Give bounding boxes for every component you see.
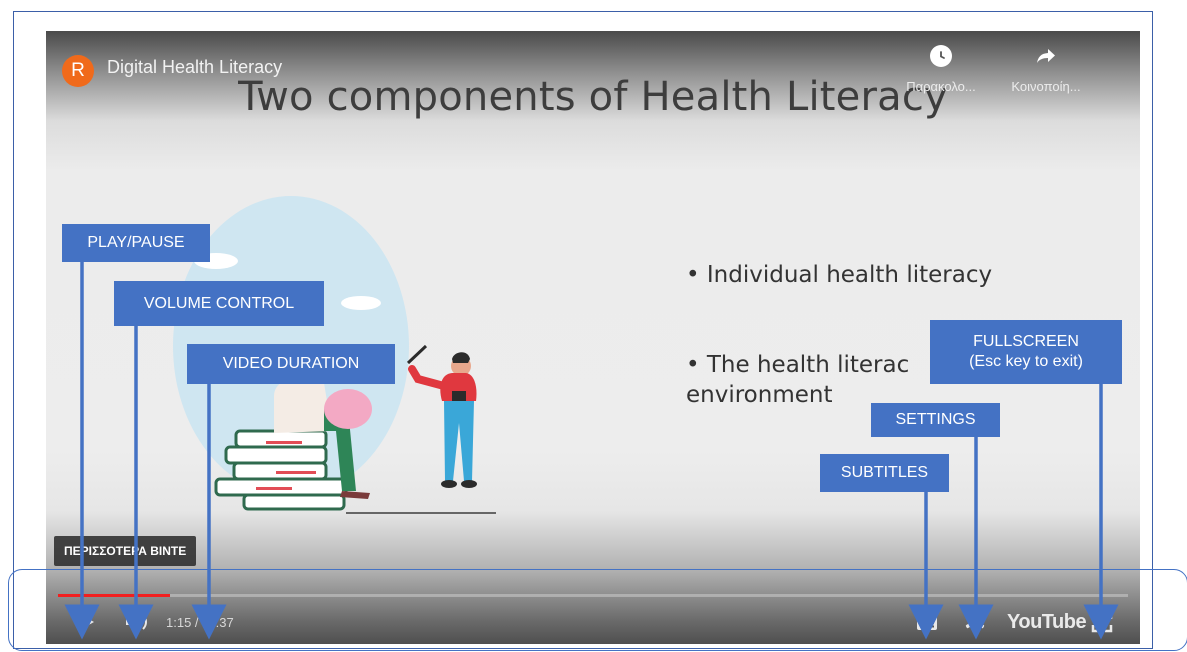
callout-fullscreen-line2: (Esc key to exit): [969, 353, 1083, 370]
callout-video-duration: VIDEO DURATION: [187, 344, 395, 384]
callout-volume-control: VOLUME CONTROL: [114, 281, 324, 326]
callout-settings: SETTINGS: [871, 403, 1000, 437]
callout-subtitles: SUBTITLES: [820, 454, 949, 492]
callout-fullscreen: FULLSCREEN (Esc key to exit): [930, 320, 1122, 384]
callout-fullscreen-line1: FULLSCREEN: [973, 333, 1079, 350]
callout-play-pause: PLAY/PAUSE: [62, 224, 210, 262]
